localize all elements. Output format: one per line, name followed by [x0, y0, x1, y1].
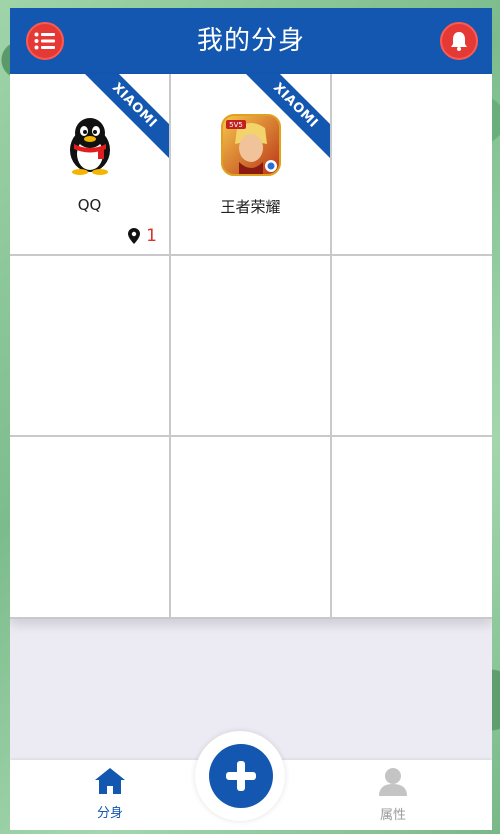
tab-label: 属性 — [379, 808, 406, 823]
top-bar: 我的分身 — [10, 8, 492, 74]
plus-icon — [226, 761, 256, 791]
qq-penguin-icon — [69, 118, 110, 175]
notification-button[interactable] — [440, 22, 478, 60]
empty-slot[interactable] — [332, 74, 492, 256]
honor-of-kings-icon: 5V5 — [220, 114, 281, 176]
app-cell-qq[interactable]: XIAOMI QQ 1 — [10, 74, 171, 256]
empty-slot[interactable] — [332, 437, 492, 619]
tab-label: 分身 — [96, 806, 123, 821]
location-pin-icon — [128, 228, 141, 244]
bell-icon — [451, 32, 467, 51]
svg-text:5V5: 5V5 — [229, 121, 243, 129]
user-icon — [379, 768, 407, 796]
tab-attributes[interactable]: 属性 — [353, 766, 433, 826]
menu-button[interactable] — [26, 22, 64, 60]
app-name: QQ — [77, 196, 102, 214]
menu-list-icon — [34, 32, 55, 50]
empty-slot[interactable] — [332, 256, 492, 437]
location-badge: 1 — [128, 226, 157, 246]
app-cell-honor-of-kings[interactable]: XIAOMI 5V5 王者荣耀 — [171, 74, 332, 256]
tab-clones[interactable]: 分身 — [70, 766, 150, 826]
home-icon — [95, 768, 125, 794]
page-title: 我的分身 — [196, 26, 305, 56]
empty-slot[interactable] — [10, 437, 171, 619]
app-name: 王者荣耀 — [220, 198, 281, 216]
empty-slot[interactable] — [10, 256, 171, 437]
add-clone-button[interactable] — [209, 744, 273, 808]
app-clone-grid: XIAOMI QQ 1 XIAOMI 5V5 王者荣耀 — [10, 74, 492, 619]
location-count: 1 — [146, 226, 157, 246]
app-screen: 我的分身 XIAOMI QQ 1 XIAOMI 5V5 王者荣耀 分身 属性 — [10, 8, 492, 830]
empty-slot[interactable] — [171, 437, 332, 619]
empty-slot[interactable] — [171, 256, 332, 437]
